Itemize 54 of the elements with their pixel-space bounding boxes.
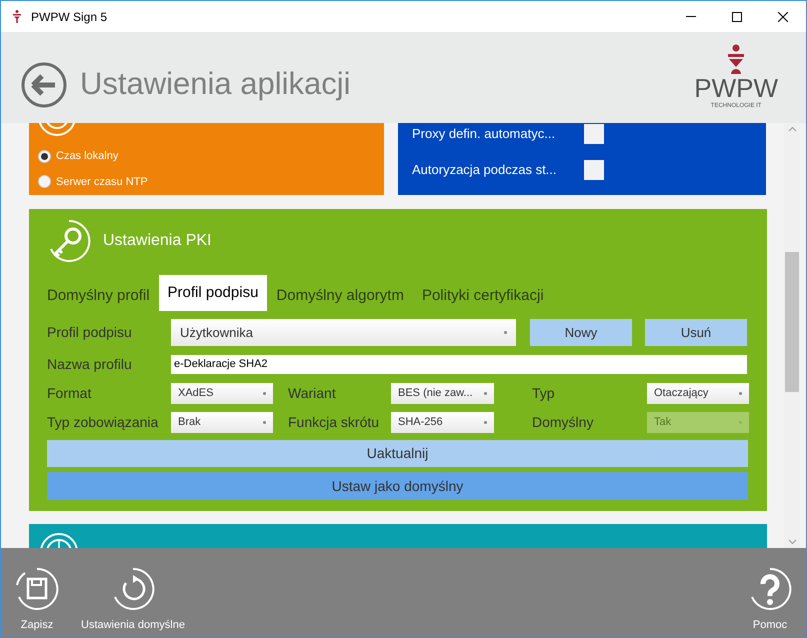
radio-label: Serwer czasu NTP [56,174,148,190]
dropdown[interactable]: Otaczający [647,383,749,404]
scrollbar-thumb[interactable] [785,252,799,392]
save-button[interactable]: Zapisz [15,566,59,633]
section-title: Ustawienia PKI [103,231,212,251]
profile-name-field[interactable]: e-Deklaracje SHA2 [171,354,747,374]
dropdown-icon [263,421,266,424]
dropdown[interactable]: XAdES [171,383,273,404]
new-button[interactable]: Nowy [530,319,632,346]
logo-text: PWPW [694,74,778,102]
radio-label: Czas lokalny [56,149,118,164]
window-title: PWPW Sign 5 [31,8,108,26]
dropdown[interactable]: SHA-256 [391,412,494,433]
profile-dropdown[interactable]: Użytkownika [171,319,516,346]
dropdown-icon [504,331,507,334]
update-button[interactable]: Uaktualnij [47,440,748,467]
dropdown[interactable]: Brak [171,412,273,433]
delete-button[interactable]: Usuń [645,319,747,346]
checkbox[interactable] [584,160,604,180]
dropdown-icon [484,392,487,395]
checkbox[interactable] [584,124,604,144]
scroll-down-icon [788,539,796,545]
scroll-up-icon [788,126,796,132]
field-label: Typ [532,384,556,403]
page-title: Ustawienia aplikacji [80,65,351,104]
dropdown-icon [263,392,266,395]
tab[interactable]: Domyślny profil [47,281,150,311]
radio-button[interactable] [38,175,51,188]
set-default-button[interactable]: Ustaw jako domyślny [47,472,748,500]
dropdown[interactable]: BES (nie zaw... [391,383,494,404]
minimize-icon [686,16,696,17]
field-label: Wariant [288,384,337,403]
back-button[interactable] [21,62,67,108]
dropdown-icon [739,392,742,395]
checkbox-label: Proxy defin. automatyc... [412,125,556,144]
save-icon [15,566,59,610]
help-button[interactable]: Pomoc [748,566,792,633]
dropdown-icon [484,421,487,424]
checkbox-label: Autoryzacja podczas st... [412,161,558,180]
tab[interactable]: Domyślny algorytm [276,281,404,311]
close-icon [778,12,788,22]
field-label: Typ zobowiązania [47,413,160,432]
field-label: Format [47,384,92,403]
field-label: Domyślny [532,413,594,432]
reset-button[interactable]: Ustawienia domyślne [81,566,185,633]
tab[interactable]: Polityki certyfikacji [422,281,544,311]
field-label: Funkcja skrótu [288,413,380,432]
logo-icon [727,44,746,74]
tab[interactable]: Profil podpisu [158,275,268,311]
field-label: Profil podpisu [47,323,133,342]
app-icon [13,10,21,23]
maximize-icon [732,12,742,22]
field-label: Nazwa profilu [47,354,133,374]
radio-button[interactable] [38,150,51,163]
